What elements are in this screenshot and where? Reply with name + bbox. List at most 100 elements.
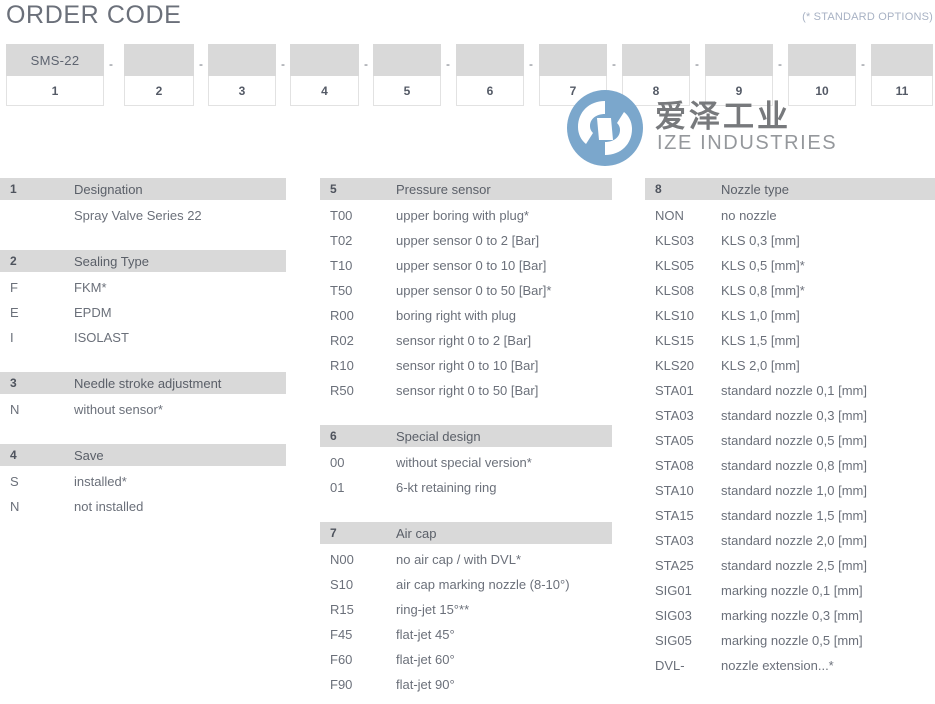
code-cell-10[interactable]: 10 xyxy=(788,44,856,106)
section-number: 4 xyxy=(10,448,17,462)
option-row[interactable]: KLS20 KLS 2,0 [mm] xyxy=(645,353,935,378)
code-value-10[interactable] xyxy=(788,44,856,76)
section-title: Air cap xyxy=(396,525,437,541)
option-row[interactable]: KLS08 KLS 0,8 [mm]* xyxy=(645,278,935,303)
option-section-1: 1 Designation Spray Valve Series 22 xyxy=(0,178,286,228)
option-row[interactable]: I ISOLAST xyxy=(0,325,286,350)
option-row[interactable]: F45 flat-jet 45° xyxy=(320,622,612,647)
option-row[interactable]: T50 upper sensor 0 to 50 [Bar]* xyxy=(320,278,612,303)
code-cell-5[interactable]: 5 xyxy=(373,44,441,106)
option-label: installed* xyxy=(74,474,127,489)
options-column-3: 8 Nozzle type NON no nozzle KLS03 KLS 0,3 [mm… xyxy=(645,178,935,678)
code-separator: - xyxy=(281,57,285,71)
option-row[interactable]: R15 ring-jet 15°** xyxy=(320,597,612,622)
option-code: NON xyxy=(655,208,684,223)
code-separator: - xyxy=(529,57,533,71)
option-code: KLS15 xyxy=(655,333,695,348)
option-row[interactable]: N00 no air cap / with DVL* xyxy=(320,547,612,572)
code-cell-9[interactable]: 9 xyxy=(705,44,773,106)
code-cell-8[interactable]: 8 xyxy=(622,44,690,106)
code-value-6[interactable] xyxy=(456,44,524,76)
option-label: standard nozzle 2,0 [mm] xyxy=(721,533,867,548)
option-row[interactable]: STA25 standard nozzle 2,5 [mm] xyxy=(645,553,935,578)
code-prefix-value[interactable]: SMS-22 xyxy=(6,44,104,76)
option-row[interactable]: KLS03 KLS 0,3 [mm] xyxy=(645,228,935,253)
option-row[interactable]: E EPDM xyxy=(0,300,286,325)
option-row[interactable]: Nwithout sensor* xyxy=(0,397,286,422)
option-section-6: 6 Special design 00 without special version… xyxy=(320,425,612,500)
option-row[interactable]: KLS15 KLS 1,5 [mm] xyxy=(645,328,935,353)
option-row[interactable]: S10 air cap marking nozzle (8-10°) xyxy=(320,572,612,597)
option-row[interactable]: F90 flat-jet 90° xyxy=(320,672,612,697)
option-row[interactable]: 00 without special version* xyxy=(320,450,612,475)
code-cell-4[interactable]: 4 xyxy=(290,44,359,106)
option-code: N xyxy=(10,499,20,514)
code-position-label-6: 6 xyxy=(456,76,524,106)
option-row[interactable]: STA01 standard nozzle 0,1 [mm] xyxy=(645,378,935,403)
section-number: 3 xyxy=(10,376,17,390)
option-row[interactable]: T00 upper boring with plug* xyxy=(320,203,612,228)
option-row[interactable]: STA08 standard nozzle 0,8 [mm] xyxy=(645,453,935,478)
option-row[interactable]: STA15 standard nozzle 1,5 [mm] xyxy=(645,503,935,528)
option-row[interactable]: Spray Valve Series 22 xyxy=(0,203,286,228)
code-separator: - xyxy=(199,57,203,71)
option-code: N00 xyxy=(330,552,354,567)
option-code: E xyxy=(10,305,19,320)
option-row[interactable]: DVL-nozzle extension...* xyxy=(645,653,935,678)
option-label: standard nozzle 0,5 [mm] xyxy=(721,433,867,448)
option-code: STA03 xyxy=(655,533,694,548)
section-title: Needle stroke adjustment xyxy=(74,375,222,391)
option-row[interactable]: Sinstalled* xyxy=(0,469,286,494)
code-value-4[interactable] xyxy=(290,44,359,76)
code-cell-11[interactable]: 11 xyxy=(871,44,933,106)
option-row[interactable]: STA10 standard nozzle 1,0 [mm] xyxy=(645,478,935,503)
option-row[interactable]: KLS10 KLS 1,0 [mm] xyxy=(645,303,935,328)
option-row[interactable]: R50 sensor right 0 to 50 [Bar] xyxy=(320,378,612,403)
option-label: sensor right 0 to 10 [Bar] xyxy=(396,358,539,373)
code-position-label-9: 9 xyxy=(705,76,773,106)
option-row[interactable]: 01 6-kt retaining ring xyxy=(320,475,612,500)
option-label: KLS 2,0 [mm] xyxy=(721,358,800,373)
option-row[interactable]: R00 boring right with plug xyxy=(320,303,612,328)
option-row[interactable]: STA03 standard nozzle 0,3 [mm] xyxy=(645,403,935,428)
section-header-5: 5 Pressure sensor xyxy=(320,178,612,200)
option-row[interactable]: KLS05 KLS 0,5 [mm]* xyxy=(645,253,935,278)
option-row[interactable]: R10 sensor right 0 to 10 [Bar] xyxy=(320,353,612,378)
code-value-3[interactable] xyxy=(208,44,276,76)
option-row[interactable]: Nnot installed xyxy=(0,494,286,519)
section-number: 5 xyxy=(330,182,337,196)
option-label: flat-jet 45° xyxy=(396,627,455,642)
option-row[interactable]: F60 flat-jet 60° xyxy=(320,647,612,672)
code-cell-1[interactable]: SMS-22 1 xyxy=(6,44,104,106)
option-row[interactable]: STA03 standard nozzle 2,0 [mm] xyxy=(645,528,935,553)
code-cell-3[interactable]: 3 xyxy=(208,44,276,106)
code-value-9[interactable] xyxy=(705,44,773,76)
option-row[interactable]: R02 sensor right 0 to 2 [Bar] xyxy=(320,328,612,353)
options-column-2: 5 Pressure sensor T00 upper boring with plu… xyxy=(320,178,612,697)
option-row[interactable]: STA05 standard nozzle 0,5 [mm] xyxy=(645,428,935,453)
option-row[interactable]: SIG05 marking nozzle 0,5 [mm] xyxy=(645,628,935,653)
option-row[interactable]: T02 upper sensor 0 to 2 [Bar] xyxy=(320,228,612,253)
option-code: 00 xyxy=(330,455,345,470)
option-row[interactable]: F FKM* xyxy=(0,275,286,300)
option-label: flat-jet 60° xyxy=(396,652,455,667)
option-row[interactable]: SIG01 marking nozzle 0,1 [mm] xyxy=(645,578,935,603)
code-value-11[interactable] xyxy=(871,44,933,76)
code-position-label-11: 11 xyxy=(871,76,933,106)
code-value-5[interactable] xyxy=(373,44,441,76)
option-label: KLS 0,5 [mm]* xyxy=(721,258,805,273)
option-label: KLS 1,0 [mm] xyxy=(721,308,800,323)
code-value-8[interactable] xyxy=(622,44,690,76)
option-label: KLS 0,3 [mm] xyxy=(721,233,800,248)
code-cell-7[interactable]: 7 xyxy=(539,44,607,106)
code-value-7[interactable] xyxy=(539,44,607,76)
code-cell-2[interactable]: 2 xyxy=(124,44,194,106)
option-row[interactable]: SIG03 marking nozzle 0,3 [mm] xyxy=(645,603,935,628)
option-label: standard nozzle 0,3 [mm] xyxy=(721,408,867,423)
option-row[interactable]: T10 upper sensor 0 to 10 [Bar] xyxy=(320,253,612,278)
option-row[interactable]: NON no nozzle xyxy=(645,203,935,228)
option-code: DVL- xyxy=(655,658,685,673)
code-value-2[interactable] xyxy=(124,44,194,76)
option-code: KLS10 xyxy=(655,308,695,323)
code-cell-6[interactable]: 6 xyxy=(456,44,524,106)
